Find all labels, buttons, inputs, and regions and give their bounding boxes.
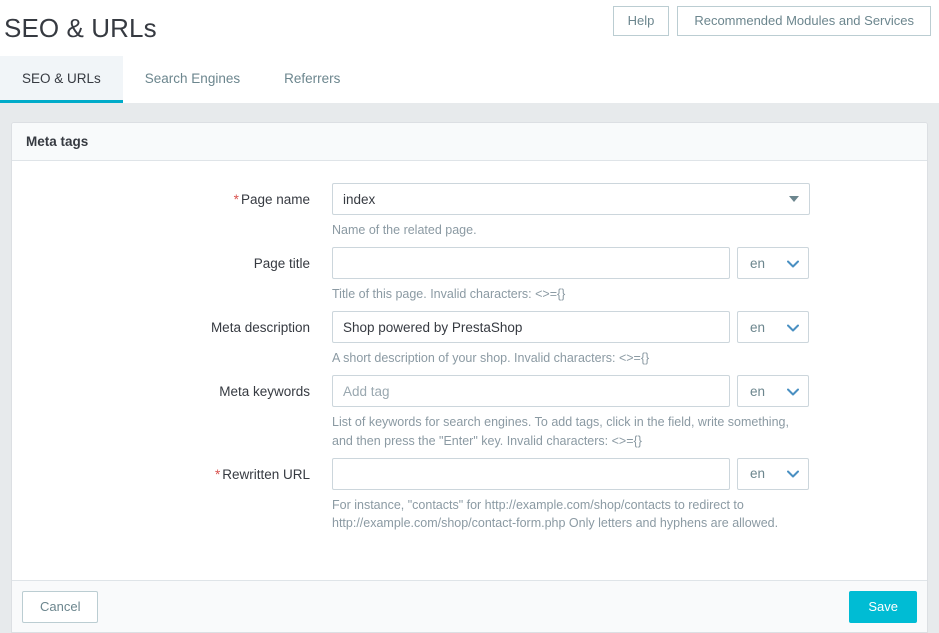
form-row-page-name: *Page name Name of the related page. [12, 183, 927, 239]
form-row-meta-description: Meta description en A short description … [12, 311, 927, 367]
rewritten-url-help: For instance, "contacts" for http://exam… [332, 497, 779, 530]
required-asterisk: * [233, 192, 239, 207]
rewritten-url-language-select[interactable]: en [737, 457, 809, 490]
page-header: SEO & URLs Help Recommended Modules and … [0, 0, 939, 56]
page-title-label: Page title [12, 247, 332, 274]
page-body: Meta tags *Page name N [0, 103, 939, 633]
language-code: en [750, 319, 766, 335]
label-text: Page title [253, 256, 310, 272]
tab-referrers[interactable]: Referrers [262, 56, 363, 103]
meta-tags-card: Meta tags *Page name N [11, 122, 928, 633]
meta-description-help: A short description of your shop. Invali… [332, 351, 650, 366]
language-code: en [750, 383, 766, 399]
rewritten-url-input[interactable] [332, 457, 730, 490]
page-title-language-select[interactable]: en [737, 247, 809, 280]
page-title-input-line: en [332, 247, 913, 280]
cancel-button[interactable]: Cancel [22, 590, 99, 623]
tab-label: Referrers [284, 70, 341, 86]
chevron-down-icon [787, 256, 799, 271]
rewritten-url-input-line: en [332, 457, 913, 490]
page-name-help: Name of the related page. [332, 223, 477, 237]
help-button[interactable]: Help [612, 6, 670, 36]
label-text: Rewritten URL [222, 466, 310, 482]
save-button[interactable]: Save [849, 590, 917, 623]
tab-label: SEO & URLs [22, 70, 101, 86]
rewritten-url-label: * Rewritten URL [12, 458, 332, 485]
page-name-control: Name of the related page. [332, 183, 927, 239]
page-title-control: en Title of this page. Invalid character… [332, 247, 927, 303]
label-text: Page name [240, 192, 310, 207]
meta-description-language-select[interactable]: en [737, 311, 809, 344]
card-body: *Page name Name of the related page. [12, 161, 927, 580]
tab-search-engines[interactable]: Search Engines [122, 56, 263, 103]
rewritten-url-control: en For instance, "contacts" for http://e… [332, 457, 927, 532]
meta-keywords-help: List of keywords for search engines. To … [332, 415, 789, 448]
meta-description-control: en A short description of your shop. Inv… [332, 311, 927, 367]
meta-description-input-line: en [332, 311, 913, 344]
page-name-select-wrap [332, 183, 810, 215]
recommended-modules-and-services-button[interactable]: Recommended Modules and Services [677, 6, 931, 36]
page-title-help: Title of this page. Invalid characters: … [332, 287, 566, 302]
language-code: en [750, 255, 766, 271]
page-title-input[interactable] [332, 247, 730, 280]
page-title: SEO & URLs [4, 13, 157, 43]
meta-keywords-input-line: en [332, 375, 913, 408]
form-row-rewritten-url: * Rewritten URL en For instance, "contact… [12, 457, 927, 532]
page-name-input-line [332, 183, 913, 215]
page-name-select[interactable] [332, 183, 810, 215]
label-text: Meta keywords [219, 384, 310, 400]
meta-keywords-input[interactable] [332, 375, 730, 408]
meta-description-input[interactable] [332, 311, 730, 344]
tab-label: Search Engines [144, 70, 241, 86]
form-row-meta-keywords: Meta keywords en List of keywords for se… [12, 375, 927, 449]
label-text: Meta description [210, 320, 310, 336]
tab-bar: SEO & URLs Search Engines Referrers [0, 56, 939, 103]
meta-keywords-language-select[interactable]: en [737, 375, 809, 408]
required-asterisk: * [214, 466, 221, 482]
header-actions: Help Recommended Modules and Services [612, 6, 931, 36]
chevron-down-icon [787, 466, 799, 481]
form-row-page-title: Page title en Title of this page. Invali… [12, 247, 927, 303]
tab-seo-and-urls[interactable]: SEO & URLs [0, 56, 123, 103]
language-code: en [750, 466, 766, 482]
meta-description-label: Meta description [12, 311, 332, 338]
meta-keywords-label: Meta keywords [12, 375, 332, 402]
card-header: Meta tags [12, 123, 927, 161]
card-footer: Cancel Save [12, 580, 927, 632]
chevron-down-icon [787, 320, 799, 335]
page-name-label: * Page name [12, 183, 332, 210]
chevron-down-icon [787, 384, 799, 399]
meta-keywords-control: en List of keywords for search engines. … [332, 375, 927, 449]
